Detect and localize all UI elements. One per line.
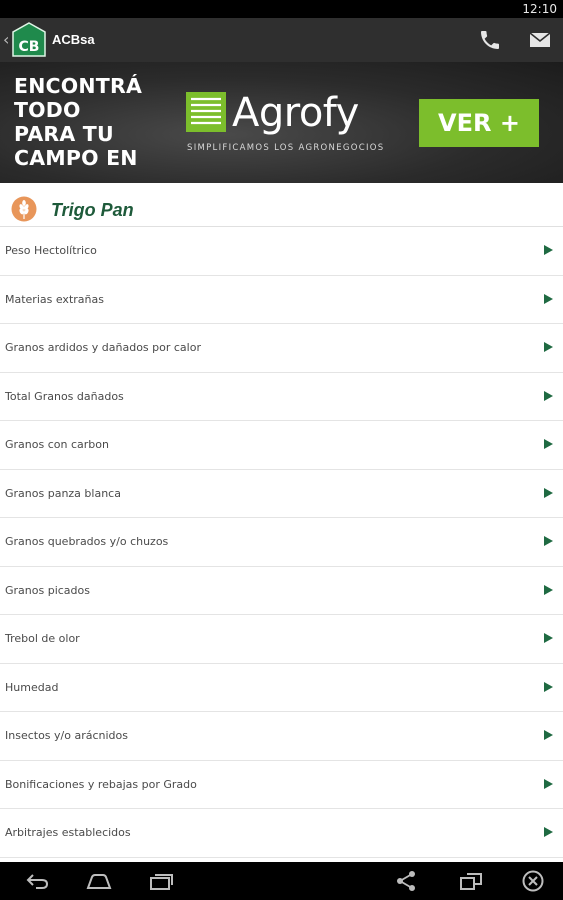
- list-item[interactable]: Granos quebrados y/o chuzos: [0, 518, 563, 567]
- section-header: Trigo Pan: [0, 183, 563, 227]
- list-item-label: Total Granos dañados: [5, 389, 124, 403]
- chevron-right-icon: [544, 487, 553, 498]
- chevron-right-icon: [544, 390, 553, 401]
- status-bar: 12:10: [0, 0, 563, 18]
- chevron-right-icon: [544, 827, 553, 837]
- status-time: 12:10: [522, 2, 557, 16]
- banner-line: ENCONTRÁ: [14, 74, 143, 98]
- chevron-right-icon: [544, 293, 553, 304]
- chevron-right-icon: [544, 633, 553, 643]
- chevron-right-icon: [544, 342, 553, 352]
- window-icon[interactable]: [458, 870, 484, 892]
- agrofy-logo-icon: [186, 92, 226, 132]
- list-item-label: Humedad: [5, 680, 59, 694]
- back-icon[interactable]: [24, 870, 50, 892]
- list-item-label: Bonificaciones y rebajas por Grado: [5, 777, 197, 791]
- chevron-right-icon: [544, 439, 553, 449]
- app-title: ACBsa: [52, 32, 95, 47]
- chevron-right-icon: [544, 730, 553, 740]
- action-bar: ‹ CB ACBsa: [0, 18, 563, 62]
- list-item[interactable]: Granos con carbon: [0, 421, 563, 470]
- agrofy-banner[interactable]: ENCONTRÁ TODO PARA TU CAMPO EN Agrofy SI…: [0, 62, 563, 183]
- list-item-label: Trebol de olor: [5, 632, 80, 645]
- list-item[interactable]: Arbitrajes establecidos: [0, 809, 563, 858]
- banner-headline: ENCONTRÁ TODO PARA TU CAMPO EN: [14, 74, 142, 170]
- chevron-right-icon: [544, 245, 553, 255]
- list-item-label: Insectos y/o arácnidos: [5, 729, 128, 742]
- list-item-label: Granos picados: [5, 583, 90, 597]
- list-item[interactable]: Total Granos dañados: [0, 373, 563, 421]
- system-nav-bar: [0, 862, 563, 900]
- wheat-icon: [11, 196, 37, 222]
- banner-line: CAMPO EN: [14, 146, 138, 170]
- chevron-right-icon: [544, 778, 553, 789]
- agrofy-brand: Agrofy: [232, 90, 359, 136]
- list-item[interactable]: Materias extrañas: [0, 276, 563, 324]
- ver-button[interactable]: VER +: [419, 99, 539, 147]
- agrofy-tagline: SIMPLIFICAMOS LOS AGRONEGOCIOS: [187, 143, 385, 153]
- list-item-label: Materias extrañas: [5, 292, 104, 306]
- list-item-label: Granos con carbon: [5, 438, 109, 451]
- list-item-label: Arbitrajes establecidos: [5, 826, 131, 839]
- mail-icon[interactable]: [528, 28, 552, 52]
- section-title: Trigo Pan: [51, 200, 134, 220]
- phone-icon[interactable]: [478, 28, 502, 52]
- recent-apps-icon[interactable]: [148, 870, 174, 892]
- chevron-right-icon: [544, 681, 553, 692]
- banner-line: PARA TU: [14, 122, 114, 146]
- list-item-label: Peso Hectolítrico: [5, 244, 97, 257]
- list-item[interactable]: Trebol de olor: [0, 615, 563, 664]
- list-item[interactable]: Peso Hectolítrico: [0, 227, 563, 276]
- list-item[interactable]: Granos ardidos y dañados por calor: [0, 324, 563, 373]
- chevron-right-icon: [544, 536, 553, 546]
- item-list: Peso Hectolítrico Materias extrañas Gran…: [0, 227, 563, 858]
- chevron-left-icon[interactable]: ‹: [3, 30, 9, 49]
- list-item[interactable]: Granos panza blanca: [0, 470, 563, 518]
- list-item[interactable]: Humedad: [0, 664, 563, 712]
- list-item-label: Granos quebrados y/o chuzos: [5, 535, 169, 548]
- close-icon[interactable]: [520, 870, 546, 892]
- app-logo-text: CB: [19, 39, 40, 55]
- list-item-label: Granos panza blanca: [5, 486, 121, 500]
- list-item[interactable]: Insectos y/o arácnidos: [0, 712, 563, 761]
- share-icon[interactable]: [394, 870, 420, 892]
- list-item[interactable]: Bonificaciones y rebajas por Grado: [0, 761, 563, 809]
- chevron-right-icon: [544, 584, 553, 595]
- home-icon[interactable]: [86, 870, 112, 892]
- list-item-label: Granos ardidos y dañados por calor: [5, 341, 201, 354]
- banner-line: TODO: [14, 98, 81, 122]
- list-item[interactable]: Granos picados: [0, 567, 563, 615]
- app-logo-icon[interactable]: CB: [12, 22, 46, 58]
